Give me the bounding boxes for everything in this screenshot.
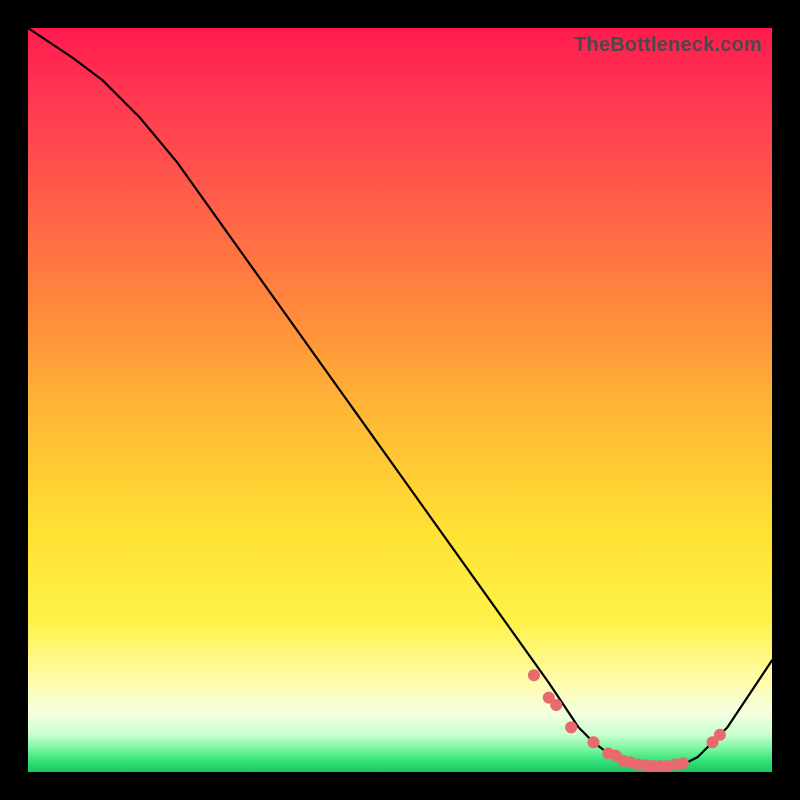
sample-dot <box>565 721 577 733</box>
curve-layer <box>28 28 772 772</box>
chart-frame: TheBottleneck.com <box>0 0 800 800</box>
sample-dot <box>550 699 562 711</box>
sample-dot <box>528 669 540 681</box>
sample-dot <box>587 736 599 748</box>
bottleneck-curve <box>28 28 772 766</box>
watermark-text: TheBottleneck.com <box>574 34 762 57</box>
sample-dot <box>714 729 726 741</box>
sample-dot <box>677 757 689 769</box>
plot-area: TheBottleneck.com <box>28 28 772 772</box>
